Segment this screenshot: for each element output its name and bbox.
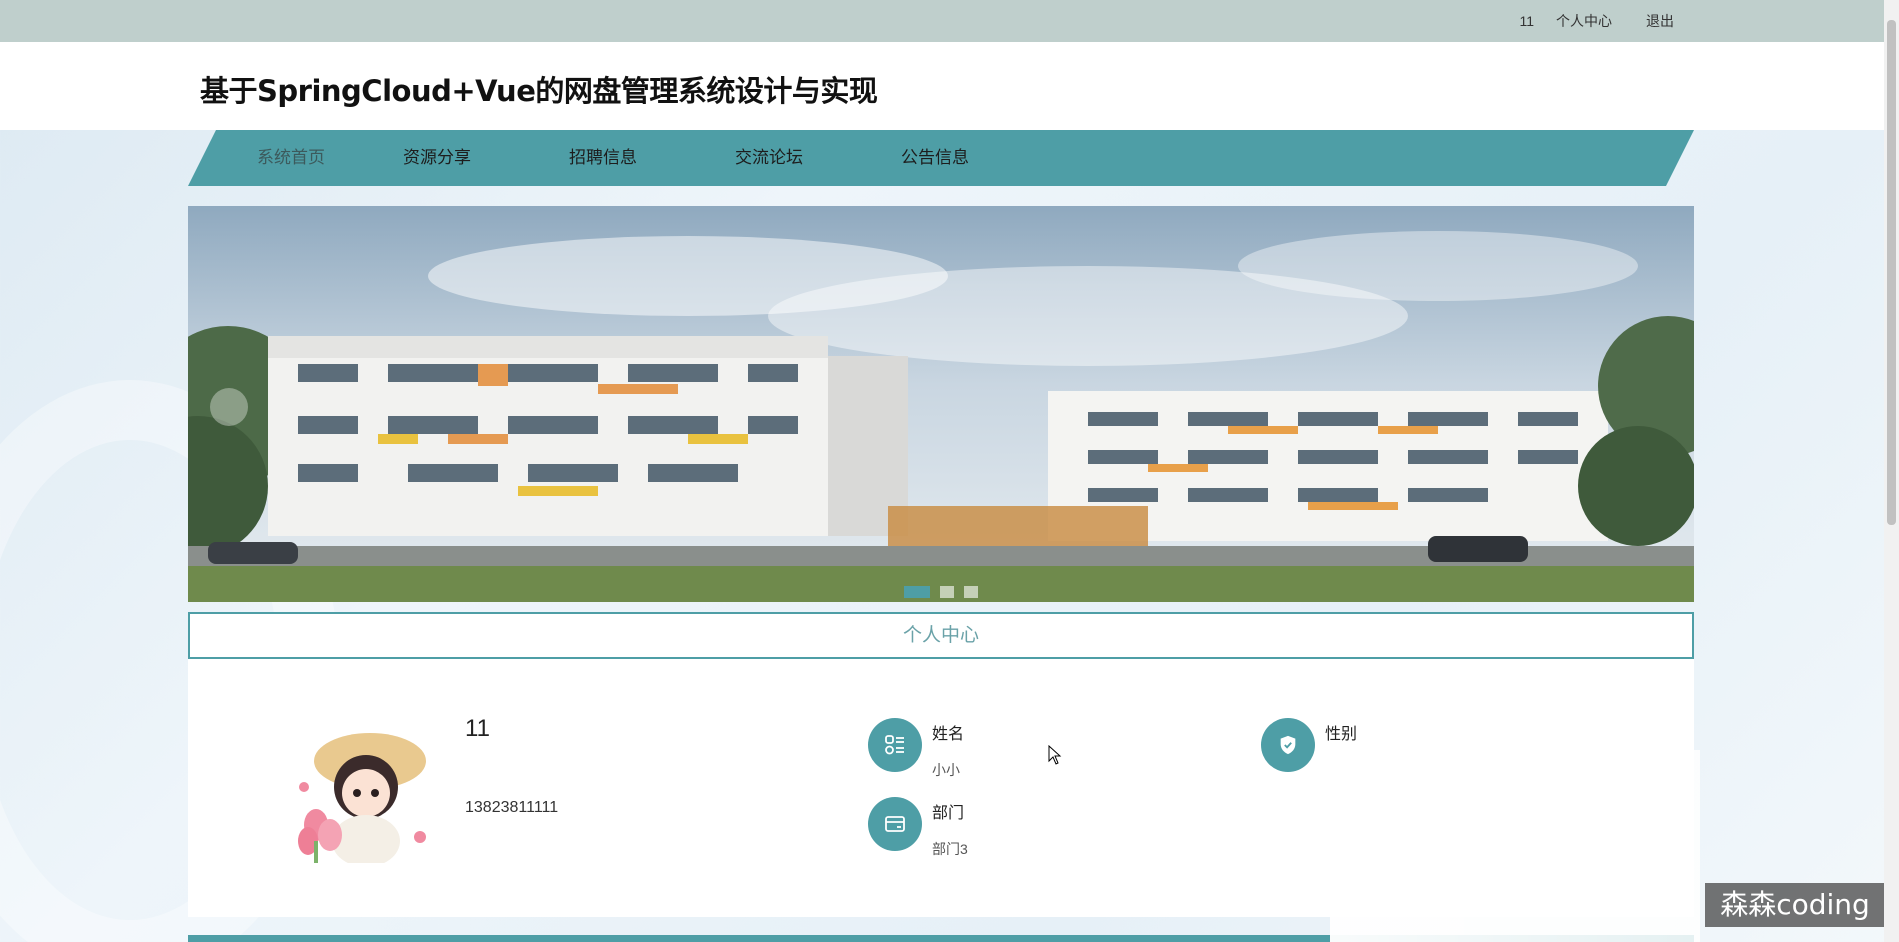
mouse-cursor-icon	[1048, 745, 1062, 765]
profile-link[interactable]: 个人中心	[1556, 11, 1612, 31]
logout-link[interactable]: 退出	[1646, 11, 1674, 31]
field-name-value: 小小	[932, 762, 960, 778]
field-department-label: 部门	[932, 805, 965, 822]
nav-item-home[interactable]: 系统首页	[257, 130, 325, 186]
top-bar: 11 个人中心 退出	[0, 0, 1884, 42]
avatar	[286, 717, 432, 863]
banner-carousel[interactable]	[188, 206, 1694, 602]
list-icon	[868, 718, 922, 772]
page-scrollbar[interactable]	[1884, 0, 1899, 942]
main-nav: 系统首页 资源分享 招聘信息 交流论坛 公告信息	[188, 130, 1694, 186]
site-title: 基于SpringCloud+Vue的网盘管理系统设计与实现	[200, 74, 878, 108]
carousel-prev-button[interactable]	[210, 388, 248, 426]
watermark: 森森coding	[1705, 883, 1885, 927]
nav-item-jobs[interactable]: 招聘信息	[569, 130, 637, 186]
carousel-dot-3[interactable]	[964, 586, 978, 598]
nav-item-forum[interactable]: 交流论坛	[735, 130, 803, 186]
avatar-image	[286, 717, 432, 863]
field-department-value: 部门3	[932, 841, 968, 857]
header: 基于SpringCloud+Vue的网盘管理系统设计与实现	[0, 42, 1884, 130]
username-link[interactable]: 11	[1519, 13, 1534, 29]
card-icon	[868, 797, 922, 851]
carousel-dot-2[interactable]	[940, 586, 954, 598]
field-name-label: 姓名	[932, 726, 965, 743]
carousel-dot-1[interactable]	[904, 586, 930, 598]
shield-icon	[1261, 718, 1315, 772]
carousel-indicators	[188, 586, 1694, 598]
overlay-fade	[1330, 750, 1700, 942]
profile-username: 11	[465, 715, 490, 742]
scrollbar-thumb[interactable]	[1887, 20, 1896, 525]
profile-phone: 13823811111	[465, 799, 559, 816]
section-title: 个人中心	[188, 612, 1694, 659]
banner-image	[188, 206, 1694, 602]
top-links: 11 个人中心 退出	[1497, 0, 1674, 42]
nav-item-resources[interactable]: 资源分享	[403, 130, 471, 186]
nav-item-notices[interactable]: 公告信息	[901, 130, 969, 186]
field-gender-label: 性别	[1325, 726, 1358, 743]
